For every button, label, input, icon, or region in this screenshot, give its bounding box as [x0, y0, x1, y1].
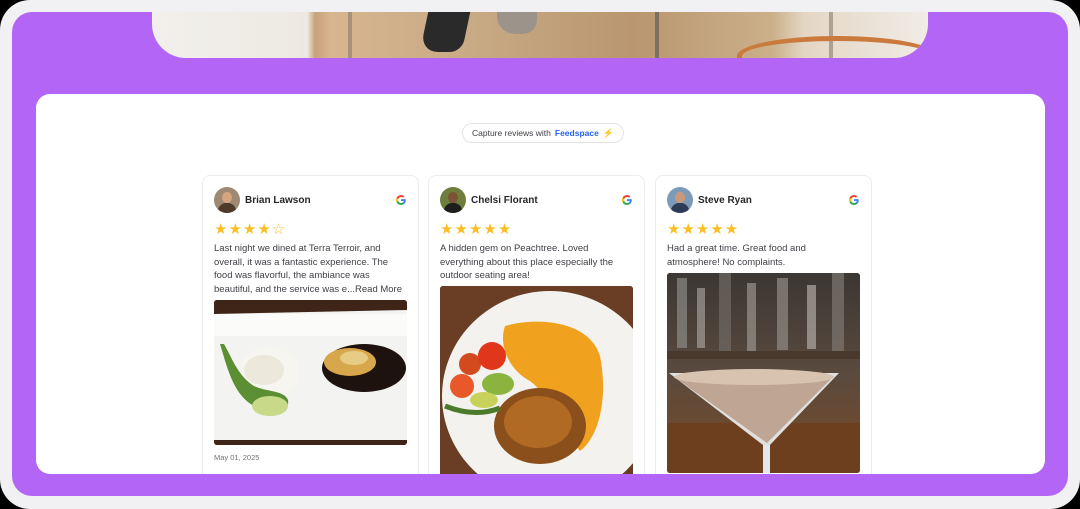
review-text: A hidden gem on Peachtree. Loved everyth… [440, 242, 633, 283]
review-photo[interactable] [214, 300, 407, 445]
star-rating: ★★★★★ [667, 222, 739, 238]
reviewer-name: Chelsi Florant [471, 194, 538, 206]
avatar-body [218, 203, 236, 213]
avatar [214, 187, 240, 213]
avatar-face [448, 192, 458, 203]
hero-chair [737, 36, 928, 58]
hero-photo [152, 12, 928, 58]
review-header: Chelsi Florant [440, 187, 633, 213]
device-frame: Capture reviews with Feedspace ⚡ Brian L… [0, 0, 1080, 509]
star-filled-icon: ★★★★★ [440, 221, 513, 238]
read-more-link[interactable]: ...Read More [347, 284, 402, 295]
star-rating: ★★★★☆ [214, 222, 286, 238]
martini-image [667, 273, 860, 473]
review-text: Had a great time. Great food and atmosph… [667, 242, 860, 269]
review-header: Brian Lawson [214, 187, 407, 213]
review-text: Last night we dined at Terra Terroir, an… [214, 242, 407, 296]
food-plate-image [214, 300, 407, 445]
review-body: A hidden gem on Peachtree. Loved everyth… [440, 243, 614, 282]
google-icon [395, 195, 406, 206]
review-card: Steve Ryan ★★★★★ Had a great time. Great… [655, 175, 872, 474]
avatar [440, 187, 466, 213]
review-photo[interactable] [440, 286, 633, 474]
star-rating: ★★★★★ [440, 222, 512, 238]
bolt-icon: ⚡ [602, 127, 615, 138]
reviewer-name: Brian Lawson [245, 194, 311, 206]
page-screen: Capture reviews with Feedspace ⚡ Brian L… [12, 12, 1068, 496]
capture-prefix: Capture reviews with [472, 128, 551, 138]
review-card: Chelsi Florant ★★★★★ A hidden gem on Pea… [428, 175, 645, 474]
avatar-face [222, 192, 232, 203]
feedspace-link[interactable]: Feedspace [555, 128, 599, 138]
avatar-body [671, 203, 689, 213]
hero-shoe [497, 12, 537, 34]
avatar-face [675, 192, 685, 203]
avatar [667, 187, 693, 213]
review-header: Steve Ryan [667, 187, 860, 213]
star-filled-icon: ★★★★ [214, 221, 272, 238]
food-plate-image [440, 286, 633, 474]
avatar-body [444, 203, 462, 213]
reviews-panel: Capture reviews with Feedspace ⚡ Brian L… [36, 94, 1045, 474]
door-frame [348, 12, 352, 58]
review-date: May 01, 2025 [214, 453, 260, 462]
google-icon [621, 195, 632, 206]
table-leg [655, 12, 659, 58]
hero-bag [419, 12, 471, 52]
reviewer-name: Steve Ryan [698, 194, 752, 206]
capture-reviews-badge[interactable]: Capture reviews with Feedspace ⚡ [462, 123, 625, 143]
review-body: Had a great time. Great food and atmosph… [667, 243, 806, 268]
google-icon [848, 195, 859, 206]
review-photo[interactable] [667, 273, 860, 473]
star-empty-icon: ☆ [271, 221, 287, 238]
review-card: Brian Lawson ★★★★☆ Last night we dined a… [202, 175, 419, 474]
star-filled-icon: ★★★★★ [667, 221, 740, 238]
